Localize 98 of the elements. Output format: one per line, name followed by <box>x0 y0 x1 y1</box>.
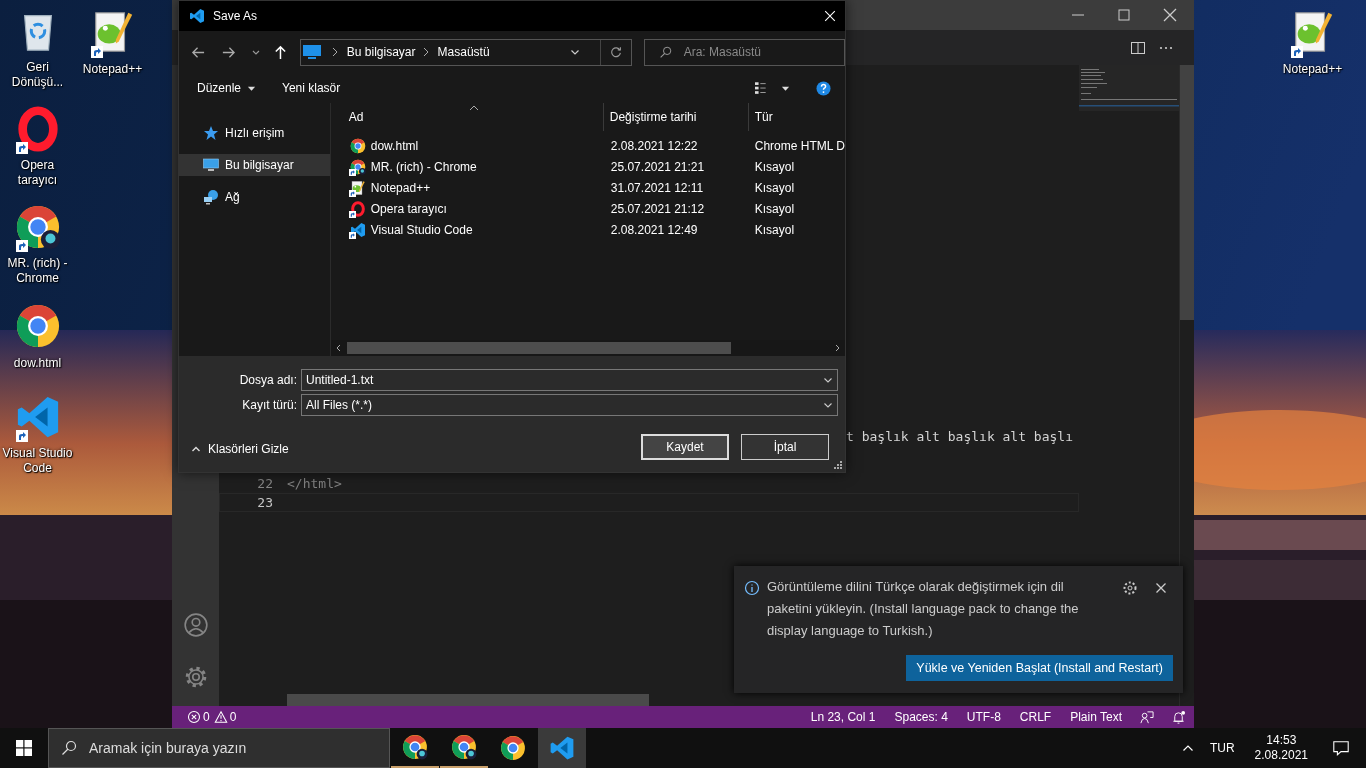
feedback-icon[interactable] <box>1139 709 1154 725</box>
line-number: 22 <box>256 475 273 493</box>
install-button[interactable]: Yükle ve Yeniden Başlat (Install and Restart) <box>906 655 1173 681</box>
warning-count[interactable]: 0 <box>229 710 237 724</box>
table-cell-text: Kısayol <box>753 180 795 195</box>
cancel-button[interactable]: İptal <box>741 434 829 460</box>
opera-icon <box>349 200 366 217</box>
scrollbar-thumb[interactable] <box>287 694 649 706</box>
chevron-icon <box>330 47 339 57</box>
caret-icon[interactable] <box>569 47 580 57</box>
notification-message: Görüntüleme dilini Türkçe olarak değiştirmek için dil paketini yükleyin. (Install language pack to change the display language to Turkish.) <box>767 578 1080 640</box>
chrome-icon <box>349 137 366 154</box>
computer-icon <box>203 157 219 173</box>
clock-date[interactable]: 2.08.2021 <box>1254 748 1308 763</box>
breadcrumb-item[interactable]: Masaüstü <box>437 45 490 59</box>
file-name-cell[interactable]: Visual Studio Code <box>330 221 604 238</box>
chrome-profile-icon <box>451 734 477 760</box>
chrome-profile-icon <box>402 734 428 760</box>
column-header[interactable]: Ad <box>330 103 604 131</box>
icon-label[interactable]: Notepad++ <box>1282 62 1343 77</box>
table-cell-text: Kısayol <box>753 201 795 216</box>
nav-item[interactable]: Ağ <box>179 186 330 208</box>
field-label: Kayıt türü: <box>241 397 298 412</box>
account-icon[interactable] <box>182 612 209 638</box>
table-cell-text: Kısayol <box>753 222 795 237</box>
chrome-icon[interactable] <box>14 303 61 349</box>
network-icon <box>203 189 219 205</box>
table-cell-text: Chrome HTML D <box>753 138 845 153</box>
window-title: Save As <box>213 9 258 23</box>
star-icon <box>203 125 219 141</box>
table-cell-text: 25.07.2021 21:12 <box>609 201 706 216</box>
save-button[interactable]: Kaydet <box>641 434 729 460</box>
resize-grip-icon[interactable] <box>833 460 843 470</box>
error-icon[interactable] <box>187 710 201 724</box>
icon-label[interactable]: Visual Studio Code <box>0 446 75 476</box>
warning-icon[interactable] <box>213 710 228 724</box>
close-icon[interactable] <box>823 9 837 23</box>
icon-label[interactable]: MR. (rich) - Chrome <box>0 256 75 286</box>
vscode-icon <box>549 735 575 761</box>
code-line: </html> <box>287 475 342 493</box>
new-folder-button[interactable]: Yeni klasör <box>272 77 351 99</box>
refresh-icon[interactable] <box>608 45 623 59</box>
icon-label[interactable]: Notepad++ <box>82 62 143 77</box>
help-icon[interactable] <box>816 80 831 96</box>
search-icon <box>658 45 672 59</box>
chevron-icon <box>421 47 430 57</box>
file-name-cell[interactable]: dow.html <box>330 137 604 154</box>
notification-center-icon[interactable] <box>1332 739 1350 757</box>
split-editor-icon[interactable] <box>1130 39 1146 56</box>
bell-icon[interactable] <box>1171 709 1186 725</box>
clock-time[interactable]: 14:53 <box>1266 733 1297 748</box>
scrollbar-thumb[interactable] <box>1180 65 1194 320</box>
file-name-cell[interactable]: Notepad++ <box>330 179 604 196</box>
status-item[interactable]: Plain Text <box>1070 710 1122 724</box>
file-name-cell[interactable]: MR. (rich) - Chrome <box>330 158 604 175</box>
nav-item[interactable]: Hızlı erişim <box>179 122 330 144</box>
scroll-right-icon[interactable] <box>833 344 841 352</box>
caret-icon <box>191 444 201 454</box>
scrollbar-thumb[interactable] <box>346 342 731 354</box>
icon-label[interactable]: dow.html <box>13 356 62 371</box>
table-cell-text: 31.07.2021 12:11 <box>609 180 705 195</box>
info-icon <box>744 580 760 596</box>
status-item[interactable]: CRLF <box>1019 710 1052 724</box>
code-line: t başlık alt başlık alt başlı <box>846 428 1073 446</box>
file-type-dropdown[interactable]: All Files (*.*) <box>301 393 838 416</box>
status-item[interactable]: Spaces: 4 <box>894 710 948 724</box>
language-indicator[interactable]: TUR <box>1209 741 1235 755</box>
chrome-profile-icon[interactable] <box>14 204 61 250</box>
table-cell-text: 2.08.2021 12:22 <box>609 138 699 153</box>
chrome-icon <box>500 735 526 761</box>
settings-icon[interactable] <box>1122 580 1138 596</box>
table-cell-text: 2.08.2021 12:49 <box>609 222 699 237</box>
computer-icon <box>302 45 321 59</box>
status-item[interactable]: Ln 23, Col 1 <box>810 710 876 724</box>
icon-label[interactable]: Geri Dönüşü... <box>0 60 75 90</box>
field-label: Dosya adı: <box>238 372 298 387</box>
icon-label[interactable]: Opera tarayıcı <box>0 158 75 188</box>
column-header[interactable]: Tür <box>748 103 845 131</box>
vscode-icon <box>189 8 205 24</box>
hide-folders-button[interactable]: Klasörleri Gizle <box>179 438 289 460</box>
file-name-cell[interactable]: Opera tarayıcı <box>330 200 604 217</box>
table-cell-text: 25.07.2021 21:21 <box>609 159 706 174</box>
organize-menu[interactable]: Düzenle <box>187 77 267 99</box>
table-cell-text: Kısayol <box>753 159 795 174</box>
line-number: 23 <box>256 494 273 512</box>
breadcrumb-item[interactable]: Bu bilgisayar <box>346 45 416 59</box>
sort-caret-icon <box>468 105 479 111</box>
search-field[interactable]: Ara: Masaüstü <box>643 38 845 66</box>
search-field[interactable]: Aramak için buraya yazın <box>48 728 390 768</box>
column-header[interactable]: Değiştirme tarihi <box>603 103 749 131</box>
status-item[interactable]: UTF-8 <box>966 710 1001 724</box>
scroll-left-icon[interactable] <box>334 344 343 352</box>
windows-logo-icon <box>16 740 32 756</box>
error-count[interactable]: 0 <box>203 710 210 724</box>
search-icon <box>61 740 77 756</box>
address-bar[interactable]: Bu bilgisayar Masaüstü <box>299 38 632 66</box>
nav-item[interactable]: Bu bilgisayar <box>179 154 330 176</box>
file-name-field[interactable]: Untitled-1.txt <box>301 368 838 391</box>
